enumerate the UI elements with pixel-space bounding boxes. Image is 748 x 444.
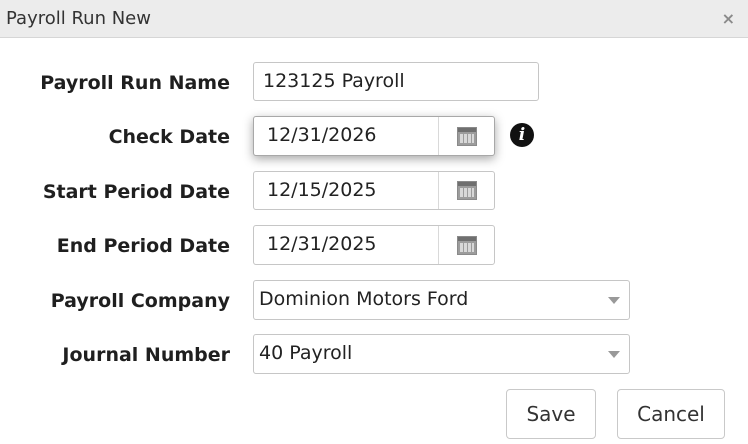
journal-number-label: Journal Number: [62, 344, 230, 366]
payroll-run-name-value: 123125 Payroll: [263, 70, 405, 92]
check-date-calendar-button[interactable]: [438, 117, 494, 155]
start-period-date-calendar-button[interactable]: [438, 172, 494, 209]
start-period-date-label: Start Period Date: [42, 181, 230, 203]
cancel-button[interactable]: Cancel: [617, 389, 725, 439]
info-icon[interactable]: i: [510, 123, 534, 147]
payroll-company-value: Dominion Motors Ford: [259, 288, 469, 310]
dialog-title: Payroll Run New: [6, 8, 151, 29]
payroll-company-label: Payroll Company: [50, 290, 230, 312]
payroll-company-select[interactable]: Dominion Motors Ford: [253, 280, 630, 320]
end-period-date-label: End Period Date: [56, 235, 230, 257]
calendar-icon: [456, 235, 477, 255]
chevron-down-icon: [608, 351, 620, 358]
save-button[interactable]: Save: [506, 389, 596, 439]
journal-number-value: 40 Payroll: [259, 342, 353, 364]
journal-number-select[interactable]: 40 Payroll: [253, 334, 630, 374]
calendar-icon: [456, 181, 477, 200]
dialog-titlebar: Payroll Run New ×: [0, 0, 748, 38]
check-date-value: 12/31/2026: [267, 124, 377, 146]
payroll-run-name-input[interactable]: 123125 Payroll: [253, 62, 539, 101]
start-period-date-value: 12/15/2025: [267, 179, 377, 201]
check-date-input[interactable]: 12/31/2026: [253, 116, 495, 156]
close-icon[interactable]: ×: [722, 9, 735, 28]
check-date-label: Check Date: [108, 126, 230, 148]
chevron-down-icon: [608, 297, 620, 304]
payroll-run-name-label: Payroll Run Name: [40, 72, 230, 94]
calendar-icon: [456, 126, 477, 146]
end-period-date-input[interactable]: 12/31/2025: [253, 225, 495, 265]
start-period-date-input[interactable]: 12/15/2025: [253, 171, 495, 210]
end-period-date-calendar-button[interactable]: [438, 226, 494, 264]
end-period-date-value: 12/31/2025: [267, 233, 377, 255]
